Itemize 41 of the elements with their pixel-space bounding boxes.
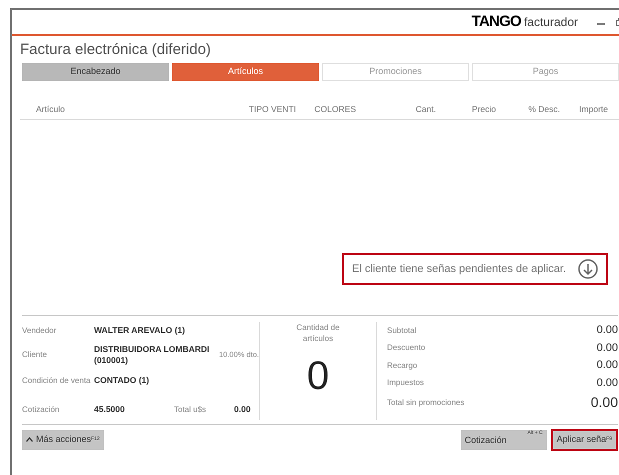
column-header: COLORES (313, 103, 356, 116)
field-label: Cotización (22, 404, 60, 416)
total-label: Total sin promociones (387, 396, 464, 409)
column-header: % Desc. (527, 103, 560, 116)
more-actions-button[interactable]: Más acciones$^{F12}$ (22, 430, 104, 450)
app-name: facturador (524, 14, 578, 31)
column-header: Importe (578, 103, 608, 116)
field-value: WALTER AREVALO (1) (94, 324, 185, 338)
quantity-label: Cantidad de artículos (295, 322, 341, 344)
grand-total-value: 0.00 (590, 393, 618, 412)
tab[interactable]: Encabezado (22, 63, 169, 81)
total-label: Recargo (387, 360, 418, 372)
column-header: TIPO VENTI (248, 103, 296, 116)
column-header: Artículo (36, 103, 66, 116)
field-value: CONTADO (1) (94, 374, 150, 388)
page-title: Factura electrónica (diferido) (19, 40, 212, 60)
apply-deposit-button[interactable]: Aplicar seña$^{F9}$ (550, 428, 618, 451)
field-value: DISTRIBUIDORA LOMBARDI (010001) (94, 344, 210, 366)
column-header: Precio (470, 103, 496, 116)
total-label: Impuestos (387, 377, 424, 389)
quantity-value: 0 (306, 354, 330, 398)
field-label: Cliente (22, 348, 48, 361)
cotizacion-button[interactable]: Cotización Alt + C (460, 430, 547, 450)
total-value: 0.00 (596, 358, 618, 374)
notice-text: El cliente tiene señas pendientes de aplicar. (352, 262, 566, 276)
total-value: 0.00 (596, 323, 618, 338)
field-value: 0.00 (234, 403, 251, 416)
field-label: Condición de venta (22, 374, 92, 387)
field-label: Total u$s (174, 404, 208, 416)
total-value: 0.00 (596, 340, 618, 356)
caret-up-icon (26, 437, 33, 442)
arrow-down-circle-icon[interactable] (578, 258, 598, 279)
total-label: Subtotal (387, 324, 416, 336)
field-label: Vendedor (22, 324, 58, 337)
total-value: 0.00 (596, 376, 618, 391)
logo: TANGO (472, 12, 521, 32)
column-header: Cant. (414, 103, 436, 116)
tab[interactable]: Artículos (172, 63, 319, 81)
total-label: Descuento (387, 342, 426, 354)
notice-banner[interactable]: El cliente tiene señas pendientes de aplicar. (342, 252, 608, 285)
field-value: 45.5000 (94, 403, 126, 416)
